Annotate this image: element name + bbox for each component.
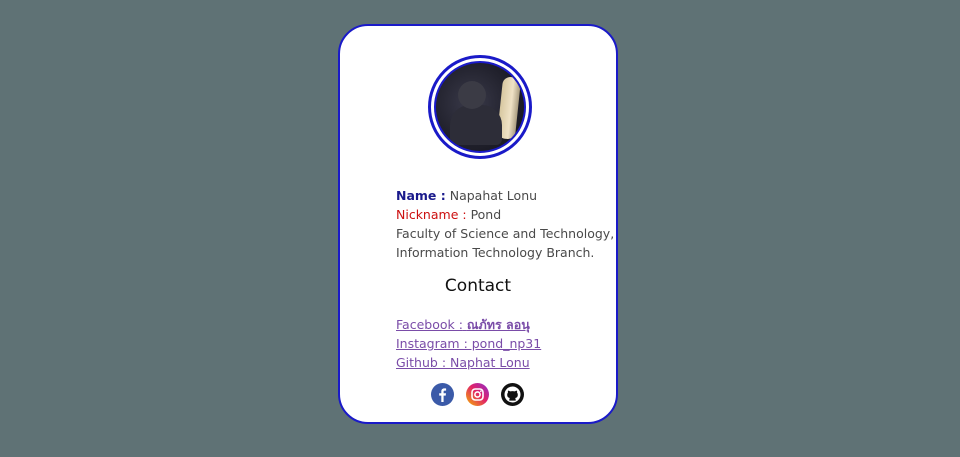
- contact-title: Contact: [444, 276, 512, 296]
- profile-info: Name : Napahat Lonu Nickname : Pond Facu…: [396, 186, 614, 262]
- profile-card: Name : Napahat Lonu Nickname : Pond Facu…: [338, 24, 618, 424]
- faculty-line-1: Faculty of Science and Technology,: [396, 226, 615, 241]
- contact-links: Facebook : ณภัทร ลอนุ Instagram : pond_n…: [396, 315, 541, 372]
- nickname-row: Nickname : Pond: [396, 205, 614, 224]
- instagram-icon[interactable]: [466, 383, 489, 406]
- faculty-line-2: Information Technology Branch.: [396, 245, 595, 260]
- facebook-link[interactable]: Facebook : ณภัทร ลอนุ: [396, 315, 541, 334]
- name-label: Name :: [396, 188, 446, 203]
- facebook-icon[interactable]: [431, 383, 454, 406]
- avatar: [434, 61, 526, 153]
- facebook-link-name: ณภัทร ลอนุ: [466, 317, 530, 332]
- nickname-label: Nickname :: [396, 207, 467, 222]
- nickname-value: Pond: [470, 207, 502, 222]
- facebook-link-prefix: Facebook :: [396, 317, 463, 332]
- github-icon[interactable]: [501, 383, 524, 406]
- avatar-ring: [428, 55, 532, 159]
- github-link[interactable]: Github : Naphat Lonu: [396, 353, 541, 372]
- social-icons: [431, 383, 524, 406]
- name-row: Name : Napahat Lonu: [396, 186, 614, 205]
- instagram-link[interactable]: Instagram : pond_np31: [396, 334, 541, 353]
- name-value: Napahat Lonu: [449, 188, 538, 203]
